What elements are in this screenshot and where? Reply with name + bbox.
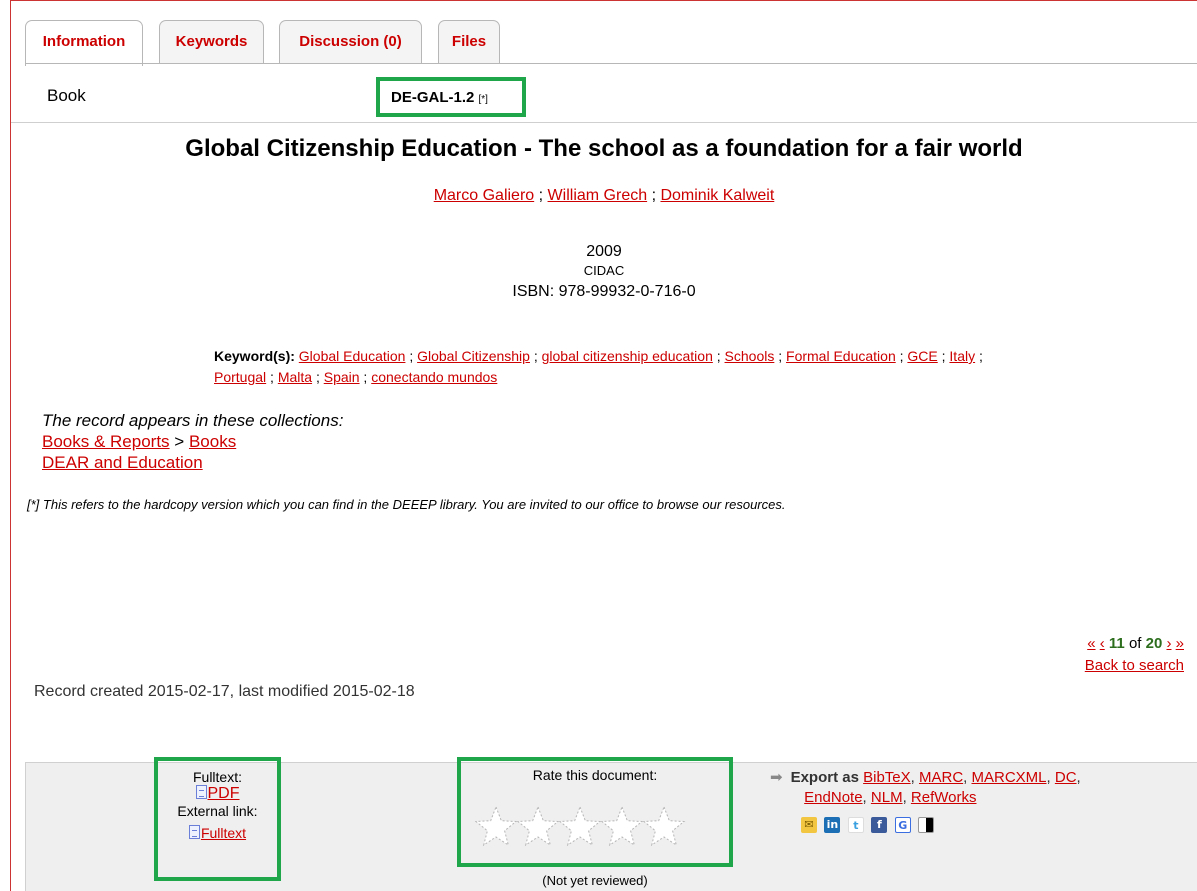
export-bibtex-link[interactable]: BibTeX — [863, 769, 911, 786]
keyword-link[interactable]: Global Education — [299, 348, 406, 364]
document-icon — [188, 825, 200, 839]
last-record-link[interactable]: » — [1176, 635, 1184, 652]
keyword-link[interactable]: Malta — [278, 369, 312, 385]
rating-heading: Rate this document: — [532, 767, 658, 783]
collection-separator: > — [174, 432, 185, 451]
export-block: ➡ Export as BibTeX, MARC, MARCXML, DC, En… — [770, 769, 1081, 806]
pager-of: of — [1128, 635, 1142, 652]
isbn: ISBN: 978-99932-0-716-0 — [512, 283, 696, 300]
fulltext-label: Fulltext: — [192, 769, 242, 785]
keyword-link[interactable]: GCE — [907, 348, 937, 364]
external-row: Fulltext — [158, 825, 277, 841]
tab-files[interactable]: Files — [438, 20, 500, 64]
pdf-file-icon — [195, 785, 207, 799]
author-list: Marco Galiero ; William Grech ; Dominik … — [11, 187, 1197, 205]
current-record-number: 11 — [1108, 635, 1125, 652]
external-link-label: External link: — [177, 803, 258, 819]
rating-star-icon[interactable] — [475, 805, 518, 847]
collection-path: Books & Reports > Books — [42, 431, 343, 452]
keyword-link[interactable]: Portugal — [214, 369, 266, 385]
next-record-link[interactable]: › — [1166, 635, 1171, 652]
record-type: Book — [47, 86, 86, 105]
collection-link-books[interactable]: Books — [189, 432, 236, 451]
keyword-link[interactable]: Formal Education — [786, 348, 896, 364]
twitter-icon[interactable]: t — [847, 817, 864, 833]
tab-information[interactable]: Information — [25, 20, 143, 66]
keyword-link[interactable]: Global Citizenship — [417, 348, 530, 364]
review-status: (Not yet reviewed) — [542, 873, 648, 888]
record-title: Global Citizenship Education - The schoo… — [185, 135, 1023, 162]
export-label: Export as — [790, 769, 859, 786]
keyword-list: Keyword(s): Global Education ; Global Ci… — [214, 348, 983, 385]
keyword-link[interactable]: Schools — [725, 348, 775, 364]
tab-keywords[interactable]: Keywords — [159, 20, 264, 64]
author-link[interactable]: William Grech — [548, 187, 648, 204]
delicious-icon[interactable] — [918, 817, 935, 833]
collections-heading: The record appears in these collections: — [42, 411, 344, 430]
author-link[interactable]: Dominik Kalweit — [660, 187, 774, 204]
arrow-right-icon: ➡ — [770, 769, 783, 786]
author-separator: ; — [538, 187, 544, 204]
total-records: 20 — [1145, 635, 1163, 652]
publisher: CIDAC — [583, 263, 625, 278]
fulltext-box: Fulltext: PDF External link: Fulltext — [154, 757, 281, 881]
pdf-row: PDF — [158, 785, 277, 803]
collections-block: The record appears in these collections:… — [42, 410, 343, 473]
back-to-search-link[interactable]: Back to search — [1085, 657, 1184, 674]
author-separator: ; — [651, 187, 657, 204]
facebook-icon[interactable]: f — [871, 817, 888, 833]
export-nlm-link[interactable]: NLM — [871, 789, 903, 806]
call-number-box: DE-GAL-1.2 [*] — [376, 77, 526, 117]
export-endnote-link[interactable]: EndNote — [804, 789, 862, 806]
publication-year: 2009 — [586, 243, 622, 260]
keyword-label: Keyword(s): — [214, 348, 295, 364]
hardcopy-note: [*] This refers to the hardcopy version … — [27, 497, 786, 512]
rating-star-icon[interactable] — [642, 805, 686, 847]
rating-star-icon[interactable] — [600, 805, 644, 847]
rating-star-icon[interactable] — [558, 805, 602, 847]
pdf-link[interactable]: PDF — [208, 785, 240, 802]
keyword-link[interactable]: conectando mundos — [371, 369, 497, 385]
keyword-link[interactable]: Italy — [949, 348, 975, 364]
external-fulltext-link[interactable]: Fulltext — [201, 825, 246, 841]
collection-link-books-reports[interactable]: Books & Reports — [42, 432, 170, 451]
export-dc-link[interactable]: DC — [1055, 769, 1077, 786]
export-marc-link[interactable]: MARC — [919, 769, 963, 786]
keyword-link[interactable]: global citizenship education — [542, 348, 713, 364]
tab-discussion[interactable]: Discussion (0) — [279, 20, 422, 64]
keyword-link[interactable]: Spain — [324, 369, 360, 385]
share-icons: ✉ in t f G — [801, 817, 937, 835]
collection-link-dear[interactable]: DEAR and Education — [42, 453, 203, 472]
record-dates: Record created 2015-02-17, last modified… — [34, 683, 415, 700]
first-record-link[interactable]: « — [1087, 635, 1095, 652]
author-link[interactable]: Marco Galiero — [434, 187, 534, 204]
record-pager: « ‹ 11 of 20 › » Back to search — [1085, 633, 1184, 677]
call-number: DE-GAL-1.2 — [391, 89, 475, 106]
export-refworks-link[interactable]: RefWorks — [911, 789, 977, 806]
previous-record-link[interactable]: ‹ — [1100, 635, 1105, 652]
export-marcxml-link[interactable]: MARCXML — [972, 769, 1047, 786]
linkedin-icon[interactable]: in — [824, 817, 841, 833]
google-icon[interactable]: G — [894, 817, 911, 833]
record-type-bar: Book DE-GAL-1.2 [*] — [11, 64, 1197, 123]
rating-star-icon[interactable] — [516, 805, 560, 847]
call-number-mark: [*] — [478, 94, 488, 105]
rating-box: Rate this document: — [457, 757, 733, 867]
email-icon[interactable]: ✉ — [801, 817, 817, 833]
rating-stars — [475, 805, 686, 847]
